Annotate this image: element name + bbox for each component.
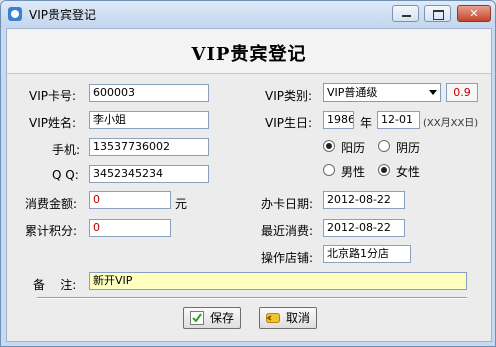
store-field[interactable]: 北京路1分店 xyxy=(323,245,411,263)
open-date-field[interactable]: 2012-08-22 xyxy=(323,191,405,209)
chevron-down-icon xyxy=(429,90,437,95)
app-icon xyxy=(8,7,22,21)
close-button[interactable]: ✕ xyxy=(457,5,491,22)
qq-field[interactable]: 3452345234 xyxy=(89,165,209,183)
phone-field[interactable]: 13537736002 xyxy=(89,138,209,156)
female-radio[interactable] xyxy=(378,164,390,176)
remark-label: 备 注: xyxy=(33,278,77,292)
card-no-field[interactable]: 600003 xyxy=(89,84,209,102)
male-radio[interactable] xyxy=(323,164,335,176)
cancel-button-label: 取消 xyxy=(286,311,311,325)
phone-label: 手机: xyxy=(52,143,81,157)
minimize-icon xyxy=(402,15,411,17)
remark-field[interactable]: 新开VIP xyxy=(89,272,467,290)
lunar-calendar-label: 阴历 xyxy=(396,141,421,155)
solar-calendar-radio[interactable] xyxy=(323,140,335,152)
points-label: 累计积分: xyxy=(25,224,78,238)
discount-rate: 0.9 xyxy=(446,83,478,102)
last-spend-label: 最近消费: xyxy=(261,224,314,238)
close-icon: ✕ xyxy=(469,7,479,20)
page-title: VIP贵宾登记 xyxy=(191,44,307,65)
cancel-button[interactable]: 取消 xyxy=(259,307,317,329)
year-label: 年 xyxy=(360,116,373,130)
spend-label: 消费金额: xyxy=(25,197,78,211)
last-spend-field[interactable]: 2012-08-22 xyxy=(323,219,405,237)
store-label: 操作店铺: xyxy=(261,251,314,265)
lunar-calendar-radio[interactable] xyxy=(378,140,390,152)
female-label: 女性 xyxy=(396,165,421,179)
divider xyxy=(37,297,467,299)
vip-register-window: VIP贵宾登记 ✕ VIP贵宾登记 VIP卡号: 600003 VIP姓名: 李… xyxy=(0,0,496,347)
points-field[interactable]: 0 xyxy=(89,219,171,237)
vip-type-label: VIP类别: xyxy=(265,89,313,103)
birth-year-field[interactable]: 1986 xyxy=(323,111,354,129)
birth-monthday-field[interactable]: 12-01 xyxy=(377,111,420,129)
maximize-icon xyxy=(433,10,444,20)
maximize-button[interactable] xyxy=(424,5,451,22)
card-no-label: VIP卡号: xyxy=(29,89,77,103)
cancel-icon xyxy=(266,313,280,323)
title-bar[interactable]: VIP贵宾登记 ✕ xyxy=(1,1,495,27)
birthday-label: VIP生日: xyxy=(265,116,313,130)
name-field[interactable]: 李小姐 xyxy=(89,111,209,129)
vip-form: VIP卡号: 600003 VIP姓名: 李小姐 手机: 13537736002… xyxy=(7,74,491,341)
dialog-client: VIP贵宾登记 VIP卡号: 600003 VIP姓名: 李小姐 手机: 135… xyxy=(6,28,492,342)
save-button-label: 保存 xyxy=(210,311,235,325)
name-label: VIP姓名: xyxy=(29,116,77,130)
male-label: 男性 xyxy=(341,165,366,179)
save-button[interactable]: 保存 xyxy=(183,307,241,329)
solar-calendar-label: 阳历 xyxy=(341,141,366,155)
open-date-label: 办卡日期: xyxy=(261,197,314,211)
vip-type-select[interactable]: VIP普通级 xyxy=(323,83,441,102)
spend-unit: 元 xyxy=(175,197,188,211)
qq-label: Q Q: xyxy=(52,168,79,182)
window-title: VIP贵宾登记 xyxy=(29,8,96,22)
checkmark-icon xyxy=(190,311,204,325)
vip-type-selected: VIP普通级 xyxy=(327,86,378,99)
spend-field[interactable]: 0 xyxy=(89,191,171,209)
header-panel: VIP贵宾登记 xyxy=(7,29,491,74)
birthday-hint: (XX月XX日) xyxy=(423,118,479,129)
minimize-button[interactable] xyxy=(392,5,419,22)
